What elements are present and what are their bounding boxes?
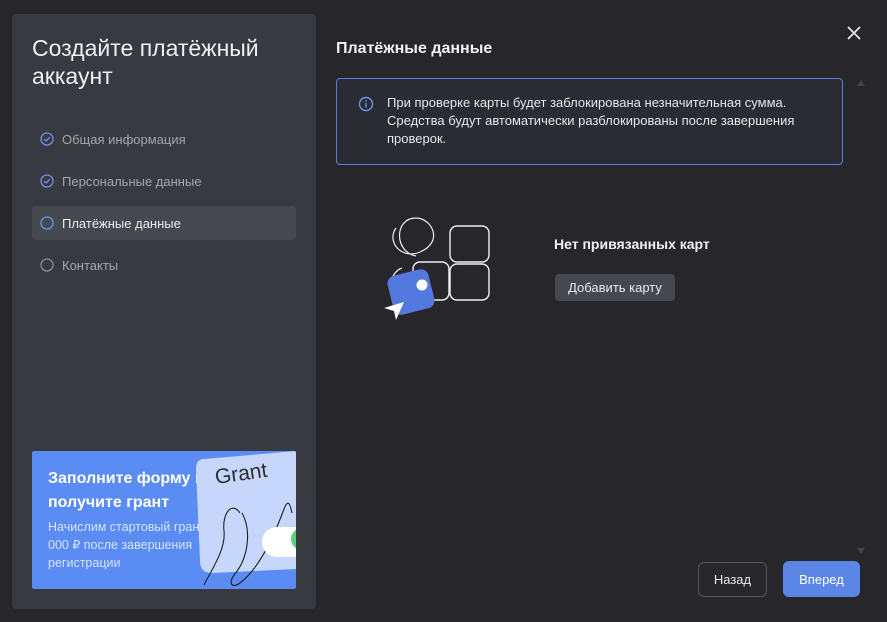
section-title: Платёжные данные [336,40,493,57]
triangle-up-icon [857,80,865,86]
check-circle-icon [40,132,54,146]
step-list: Общая информация Персональные данные Пла… [32,122,296,290]
step-contacts[interactable]: Контакты [32,248,296,282]
step-general-info[interactable]: Общая информация [32,122,296,156]
circle-icon [40,216,54,230]
info-text: При проверке карты будет заблокирована н… [387,95,795,146]
empty-cards-illustration [384,217,490,320]
add-card-button[interactable]: Добавить карту [555,274,675,301]
wizard-sidebar: Создайте платёжный аккаунт Общая информа… [12,14,316,609]
sidebar-title: Создайте платёжный аккаунт [32,35,259,89]
circle-icon [40,258,54,272]
triangle-down-icon [857,548,865,554]
next-button[interactable]: Вперед [783,561,860,597]
check-circle-icon [40,174,54,188]
back-button[interactable]: Назад [698,562,767,597]
close-button[interactable] [842,21,866,45]
step-label: Платёжные данные [62,215,181,231]
step-label: Персональные данные [62,173,202,189]
grant-card-illustration: Grant [196,451,296,586]
step-label: Контакты [62,257,119,273]
grant-promo-banner[interactable]: Заполните форму и получите грант Начисли… [32,451,296,589]
empty-state-title: Нет привязанных карт [554,236,710,252]
scroll-up-arrow[interactable] [857,73,865,91]
info-alert: При проверке карты будет заблокирована н… [336,78,843,165]
step-payment-data[interactable]: Платёжные данные [32,206,296,240]
scroll-down-arrow[interactable] [857,541,865,559]
close-icon [847,26,861,40]
step-personal-data[interactable]: Персональные данные [32,164,296,198]
step-label: Общая информация [62,131,186,147]
info-icon [358,96,374,112]
